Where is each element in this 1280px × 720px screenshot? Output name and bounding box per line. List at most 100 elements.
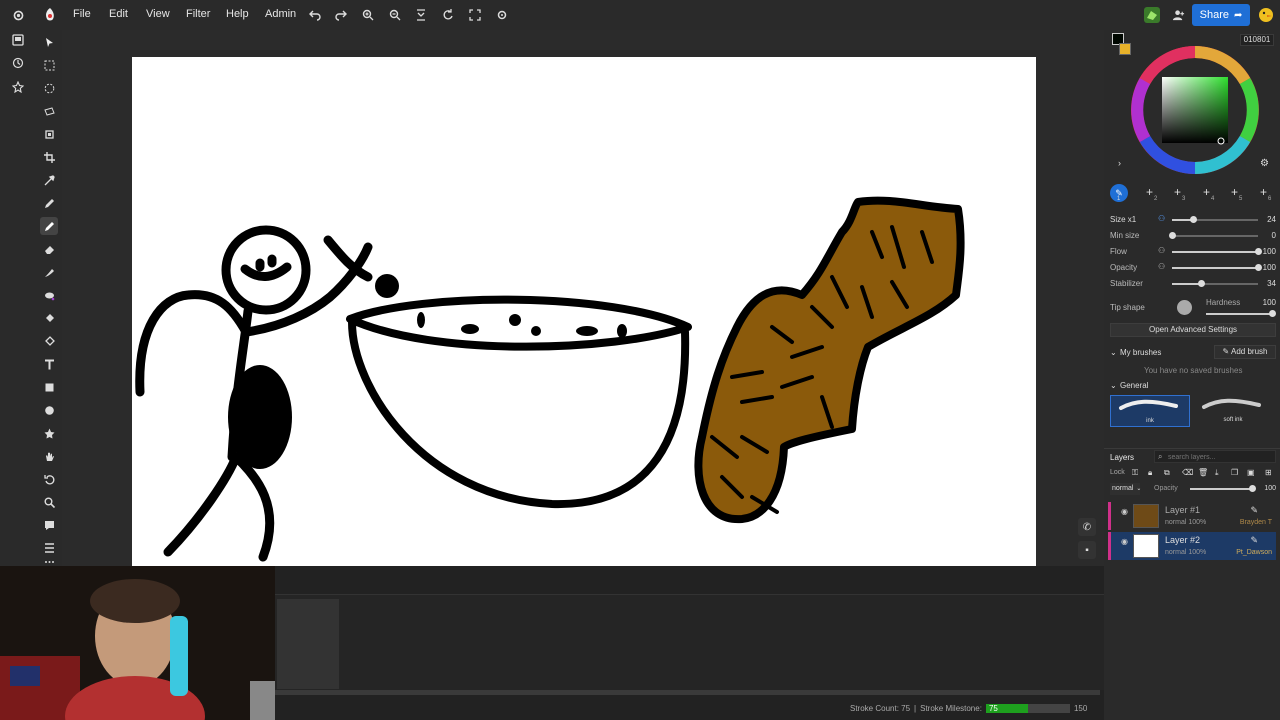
timeline-scrollbar[interactable]	[275, 690, 1100, 695]
text-tool-icon[interactable]	[40, 355, 58, 373]
drawing-canvas[interactable]	[132, 57, 1036, 566]
general-header[interactable]: General	[1120, 381, 1148, 390]
zoom-in-icon[interactable]	[360, 7, 376, 23]
layer-search-box[interactable]: ⌕	[1154, 450, 1276, 463]
fit-screen-icon[interactable]	[413, 7, 429, 23]
menu-edit[interactable]: Edit	[109, 8, 128, 20]
fill-bucket-icon[interactable]	[40, 309, 58, 327]
layer-1-visibility-eye-icon[interactable]: ◉	[1121, 507, 1128, 516]
brush-slot-5-add-button[interactable]: +	[1231, 185, 1238, 199]
duck-avatar-icon[interactable]	[1256, 5, 1276, 25]
gradient-icon[interactable]	[40, 332, 58, 350]
layer-row-2-selected[interactable]: ◉ Layer #2 ✎ normal 100% Pt_Dawson	[1108, 532, 1276, 560]
rotate-view-icon[interactable]	[40, 470, 58, 488]
transform-icon[interactable]	[40, 125, 58, 143]
lock-layer-icon[interactable]: 🔒︎	[1148, 468, 1152, 478]
rect-select-icon[interactable]	[40, 56, 58, 74]
opacity-pressure-icon[interactable]: ⚇	[1158, 262, 1165, 271]
my-brushes-header[interactable]: My brushes	[1120, 348, 1161, 357]
menu-admin[interactable]: Admin	[265, 8, 296, 20]
brush-tool-icon[interactable]	[40, 217, 58, 235]
stabilizer-slider[interactable]	[1172, 280, 1258, 287]
min-size-slider[interactable]	[1169, 232, 1258, 239]
layer-2-visibility-eye-icon[interactable]: ◉	[1121, 537, 1128, 546]
opacity-slider[interactable]	[1172, 264, 1262, 271]
share-button[interactable]: Share ➦	[1192, 4, 1250, 26]
eraser-icon[interactable]	[40, 240, 58, 258]
blend-mode-select[interactable]: normal ⌄	[1110, 483, 1141, 495]
brush-slot-4-add-button[interactable]: +	[1203, 185, 1210, 199]
new-layer-icon[interactable]: ⊞	[1265, 468, 1272, 477]
hardness-slider[interactable]	[1206, 310, 1276, 317]
comment-tool-icon[interactable]	[40, 516, 58, 534]
flow-value: 100	[1262, 247, 1276, 256]
menu-view[interactable]: View	[146, 8, 170, 20]
settings-icon[interactable]	[494, 7, 510, 23]
zoom-tool-icon[interactable]	[40, 493, 58, 511]
color-settings-gear-icon[interactable]: ⚙	[1260, 158, 1269, 169]
layer-2-edit-pen-icon[interactable]: ✎	[1250, 535, 1258, 546]
brush-preset-soft-ink[interactable]: soft ink	[1194, 395, 1274, 427]
add-brush-button[interactable]: ✎ Add brush	[1214, 345, 1276, 359]
flow-pressure-icon[interactable]: ⚇	[1158, 246, 1165, 255]
ellipse-select-icon[interactable]	[40, 79, 58, 97]
fullscreen-icon[interactable]	[467, 7, 483, 23]
lasso-icon[interactable]	[40, 102, 58, 120]
my-brushes-collapse-icon[interactable]: ⌄	[1110, 348, 1117, 357]
brush-slot-3-add-button[interactable]: +	[1174, 185, 1181, 199]
phone-icon[interactable]: ✆	[1078, 518, 1096, 536]
menu-help[interactable]: Help	[226, 8, 249, 20]
merge-down-icon[interactable]: ⤓	[1215, 468, 1219, 478]
blur-tool-icon[interactable]	[40, 286, 58, 304]
layer-properties-icon[interactable]: ▣	[1247, 468, 1255, 477]
undo-icon[interactable]	[307, 7, 323, 23]
pen-tool-icon[interactable]	[40, 194, 58, 212]
duplicate-layer-icon[interactable]: ⧉	[1164, 468, 1170, 478]
layer-search-input[interactable]	[1168, 452, 1272, 462]
chevron-right-icon[interactable]: ›	[1118, 158, 1121, 168]
brush-slot-2-add-button[interactable]: +	[1146, 185, 1153, 199]
timeline-frame-thumbnail[interactable]	[277, 599, 339, 689]
user-avatar-icon[interactable]	[1142, 5, 1162, 25]
size-slider[interactable]	[1172, 216, 1258, 223]
polygon-shape-icon[interactable]	[40, 424, 58, 442]
color-wheel[interactable]	[1130, 45, 1260, 175]
layers-panel-icon[interactable]	[9, 31, 27, 49]
stroke-milestone-max: 150	[1073, 704, 1088, 713]
eyedropper-icon[interactable]	[40, 171, 58, 189]
move-tool-icon[interactable]	[40, 33, 58, 51]
brush-slot-6-add-button[interactable]: +	[1260, 185, 1267, 199]
tip-shape-circle-icon[interactable]	[1177, 300, 1192, 315]
brush-preset-ink[interactable]: ink	[1110, 395, 1190, 427]
timeline-strip[interactable]	[275, 594, 1104, 690]
hand-pan-icon[interactable]	[40, 447, 58, 465]
favorites-star-icon[interactable]	[9, 78, 27, 96]
layer-1-edit-pen-icon[interactable]: ✎	[1250, 505, 1258, 516]
more-tools-icon[interactable]	[40, 557, 58, 566]
settings-gear-icon[interactable]	[10, 7, 26, 23]
pressure-toggle-icon[interactable]: ⚇	[1158, 214, 1165, 223]
add-user-icon[interactable]	[1170, 7, 1186, 23]
ellipse-shape-icon[interactable]	[40, 401, 58, 419]
zoom-out-icon[interactable]	[387, 7, 403, 23]
menu-file[interactable]: File	[73, 8, 91, 20]
open-advanced-settings-button[interactable]: Open Advanced Settings	[1110, 323, 1276, 337]
app-logo-icon[interactable]	[42, 7, 58, 23]
smudge-icon[interactable]	[40, 263, 58, 281]
rotate-icon[interactable]	[440, 7, 456, 23]
layer-opacity-slider[interactable]	[1190, 485, 1256, 492]
copy-layer-icon[interactable]: ❐	[1231, 468, 1238, 477]
chat-bubble-icon[interactable]: ▪	[1078, 541, 1096, 559]
redo-icon[interactable]	[333, 7, 349, 23]
layer-row-1[interactable]: ◉ Layer #1 ✎ normal 100% Brayden T	[1108, 502, 1276, 530]
erase-layer-icon[interactable]: ⌫	[1182, 468, 1193, 477]
menu-filter[interactable]: Filter	[186, 8, 210, 20]
delete-layer-icon[interactable]: 🗑︎	[1198, 468, 1208, 477]
symmetry-tool-icon[interactable]	[40, 539, 58, 557]
crop-icon[interactable]	[40, 148, 58, 166]
rectangle-shape-icon[interactable]	[40, 378, 58, 396]
general-collapse-icon[interactable]: ⌄	[1110, 381, 1117, 390]
lock-pixels-icon[interactable]: ⚿	[1132, 468, 1138, 478]
history-icon[interactable]	[9, 54, 27, 72]
flow-slider[interactable]	[1172, 248, 1262, 255]
